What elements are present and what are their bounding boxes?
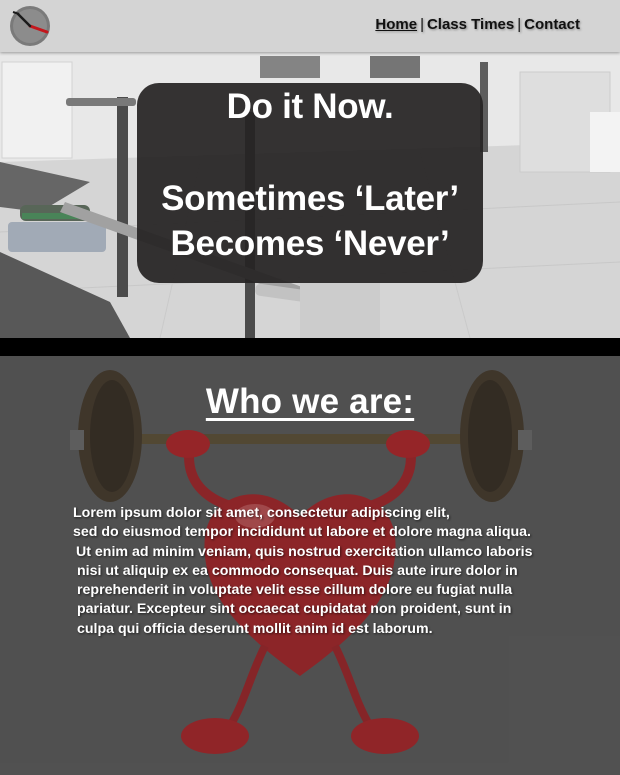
about-section: Who we are: Lorem ipsum dolor sit amet, …	[0, 356, 620, 775]
nav-link-contact[interactable]: Contact	[524, 16, 580, 33]
nav-link-home[interactable]: Home	[375, 16, 417, 33]
main-nav: Home | Class Times | Contact	[375, 16, 580, 33]
nav-separator: |	[420, 16, 424, 33]
hero-subheadline-line1: Sometimes ‘Later’	[161, 179, 459, 218]
hero-section: Do it Now. Sometimes ‘Later’ Becomes ‘Ne…	[0, 52, 620, 338]
section-divider	[0, 338, 620, 356]
hero-headline: Do it Now.	[226, 87, 394, 126]
motivational-banner: Do it Now. Sometimes ‘Later’ Becomes ‘Ne…	[137, 83, 483, 283]
about-paragraph-line: reprehenderit in voluptate velit esse ci…	[77, 582, 513, 599]
about-paragraph-line: Ut enim ad minim veniam, quis nostrud ex…	[76, 543, 533, 560]
nav-link-class-times[interactable]: Class Times	[427, 16, 514, 33]
nav-separator: |	[517, 16, 522, 33]
about-paragraph: Lorem ipsum dolor sit amet, consectetur …	[73, 504, 603, 639]
about-paragraph-line: Lorem ipsum dolor sit amet, consectetur …	[73, 505, 450, 521]
about-paragraph-line: culpa qui officia deserunt mollit anim i…	[77, 620, 433, 637]
about-paragraph-line: sed do eiusmod tempor incididunt ut labo…	[73, 524, 531, 541]
hero-subheadline-line2: Becomes ‘Never’	[170, 224, 450, 263]
about-paragraph-line: nisi ut aliquip ex ea commodo consequat.…	[77, 562, 518, 579]
about-heading: Who we are:	[205, 382, 415, 421]
site-header: Home | Class Times | Contact	[0, 0, 620, 52]
about-paragraph-line: pariatur. Excepteur sint occaecat cupida…	[77, 601, 512, 618]
stopwatch-icon[interactable]	[9, 5, 51, 47]
